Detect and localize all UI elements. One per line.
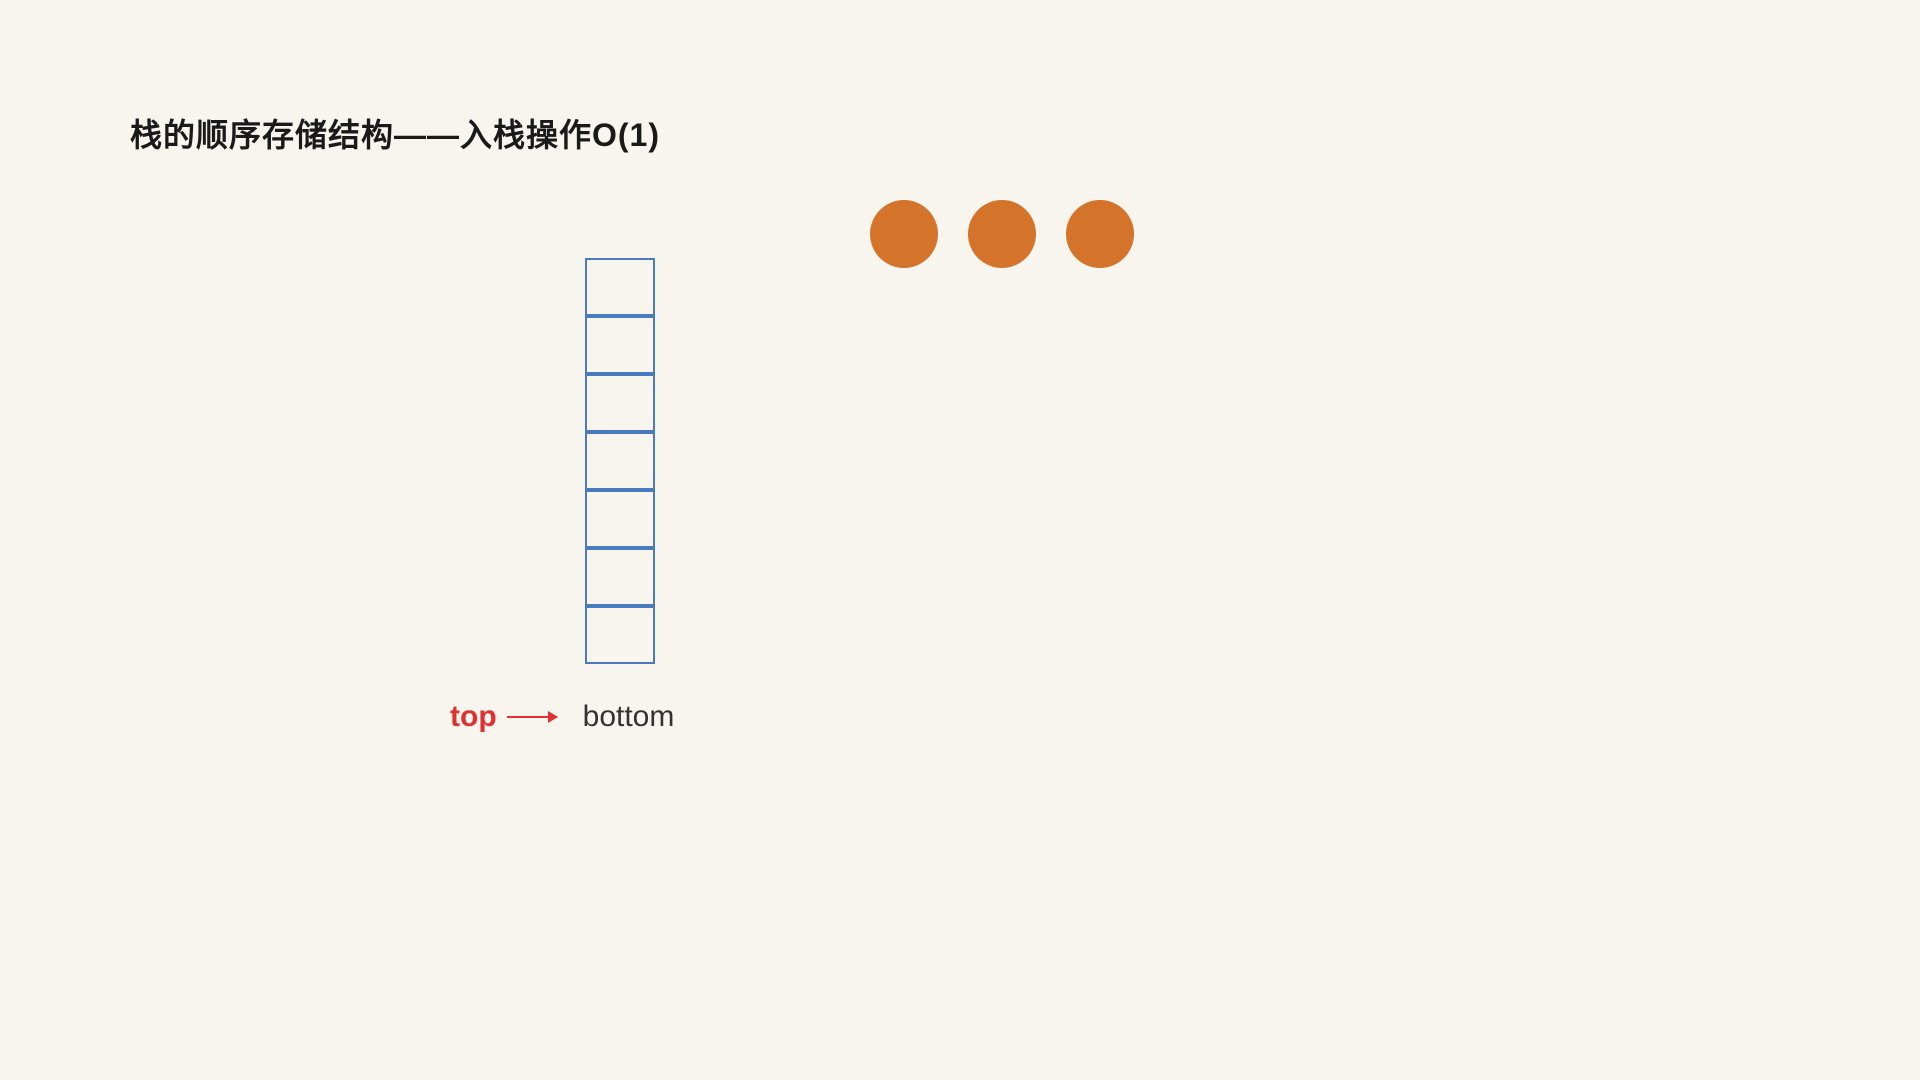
circle-3: [1066, 200, 1134, 268]
stack-cell-2: [585, 374, 655, 432]
stack-cell-3: [585, 432, 655, 490]
circle-1: [870, 200, 938, 268]
bottom-label: bottom: [583, 700, 675, 734]
page-title: 栈的顺序存储结构——入栈操作O(1): [130, 110, 660, 156]
stack-cell-6: [585, 606, 655, 664]
top-label: top: [450, 700, 497, 734]
arrow-icon: [507, 716, 557, 718]
circles-group: [870, 200, 1134, 268]
stack-cell-4: [585, 490, 655, 548]
stack-labels: top bottom: [450, 700, 674, 734]
circle-2: [968, 200, 1036, 268]
stack-array: [585, 258, 655, 664]
stack-cell-5: [585, 548, 655, 606]
stack-cell-1: [585, 316, 655, 374]
stack-cell-0: [585, 258, 655, 316]
